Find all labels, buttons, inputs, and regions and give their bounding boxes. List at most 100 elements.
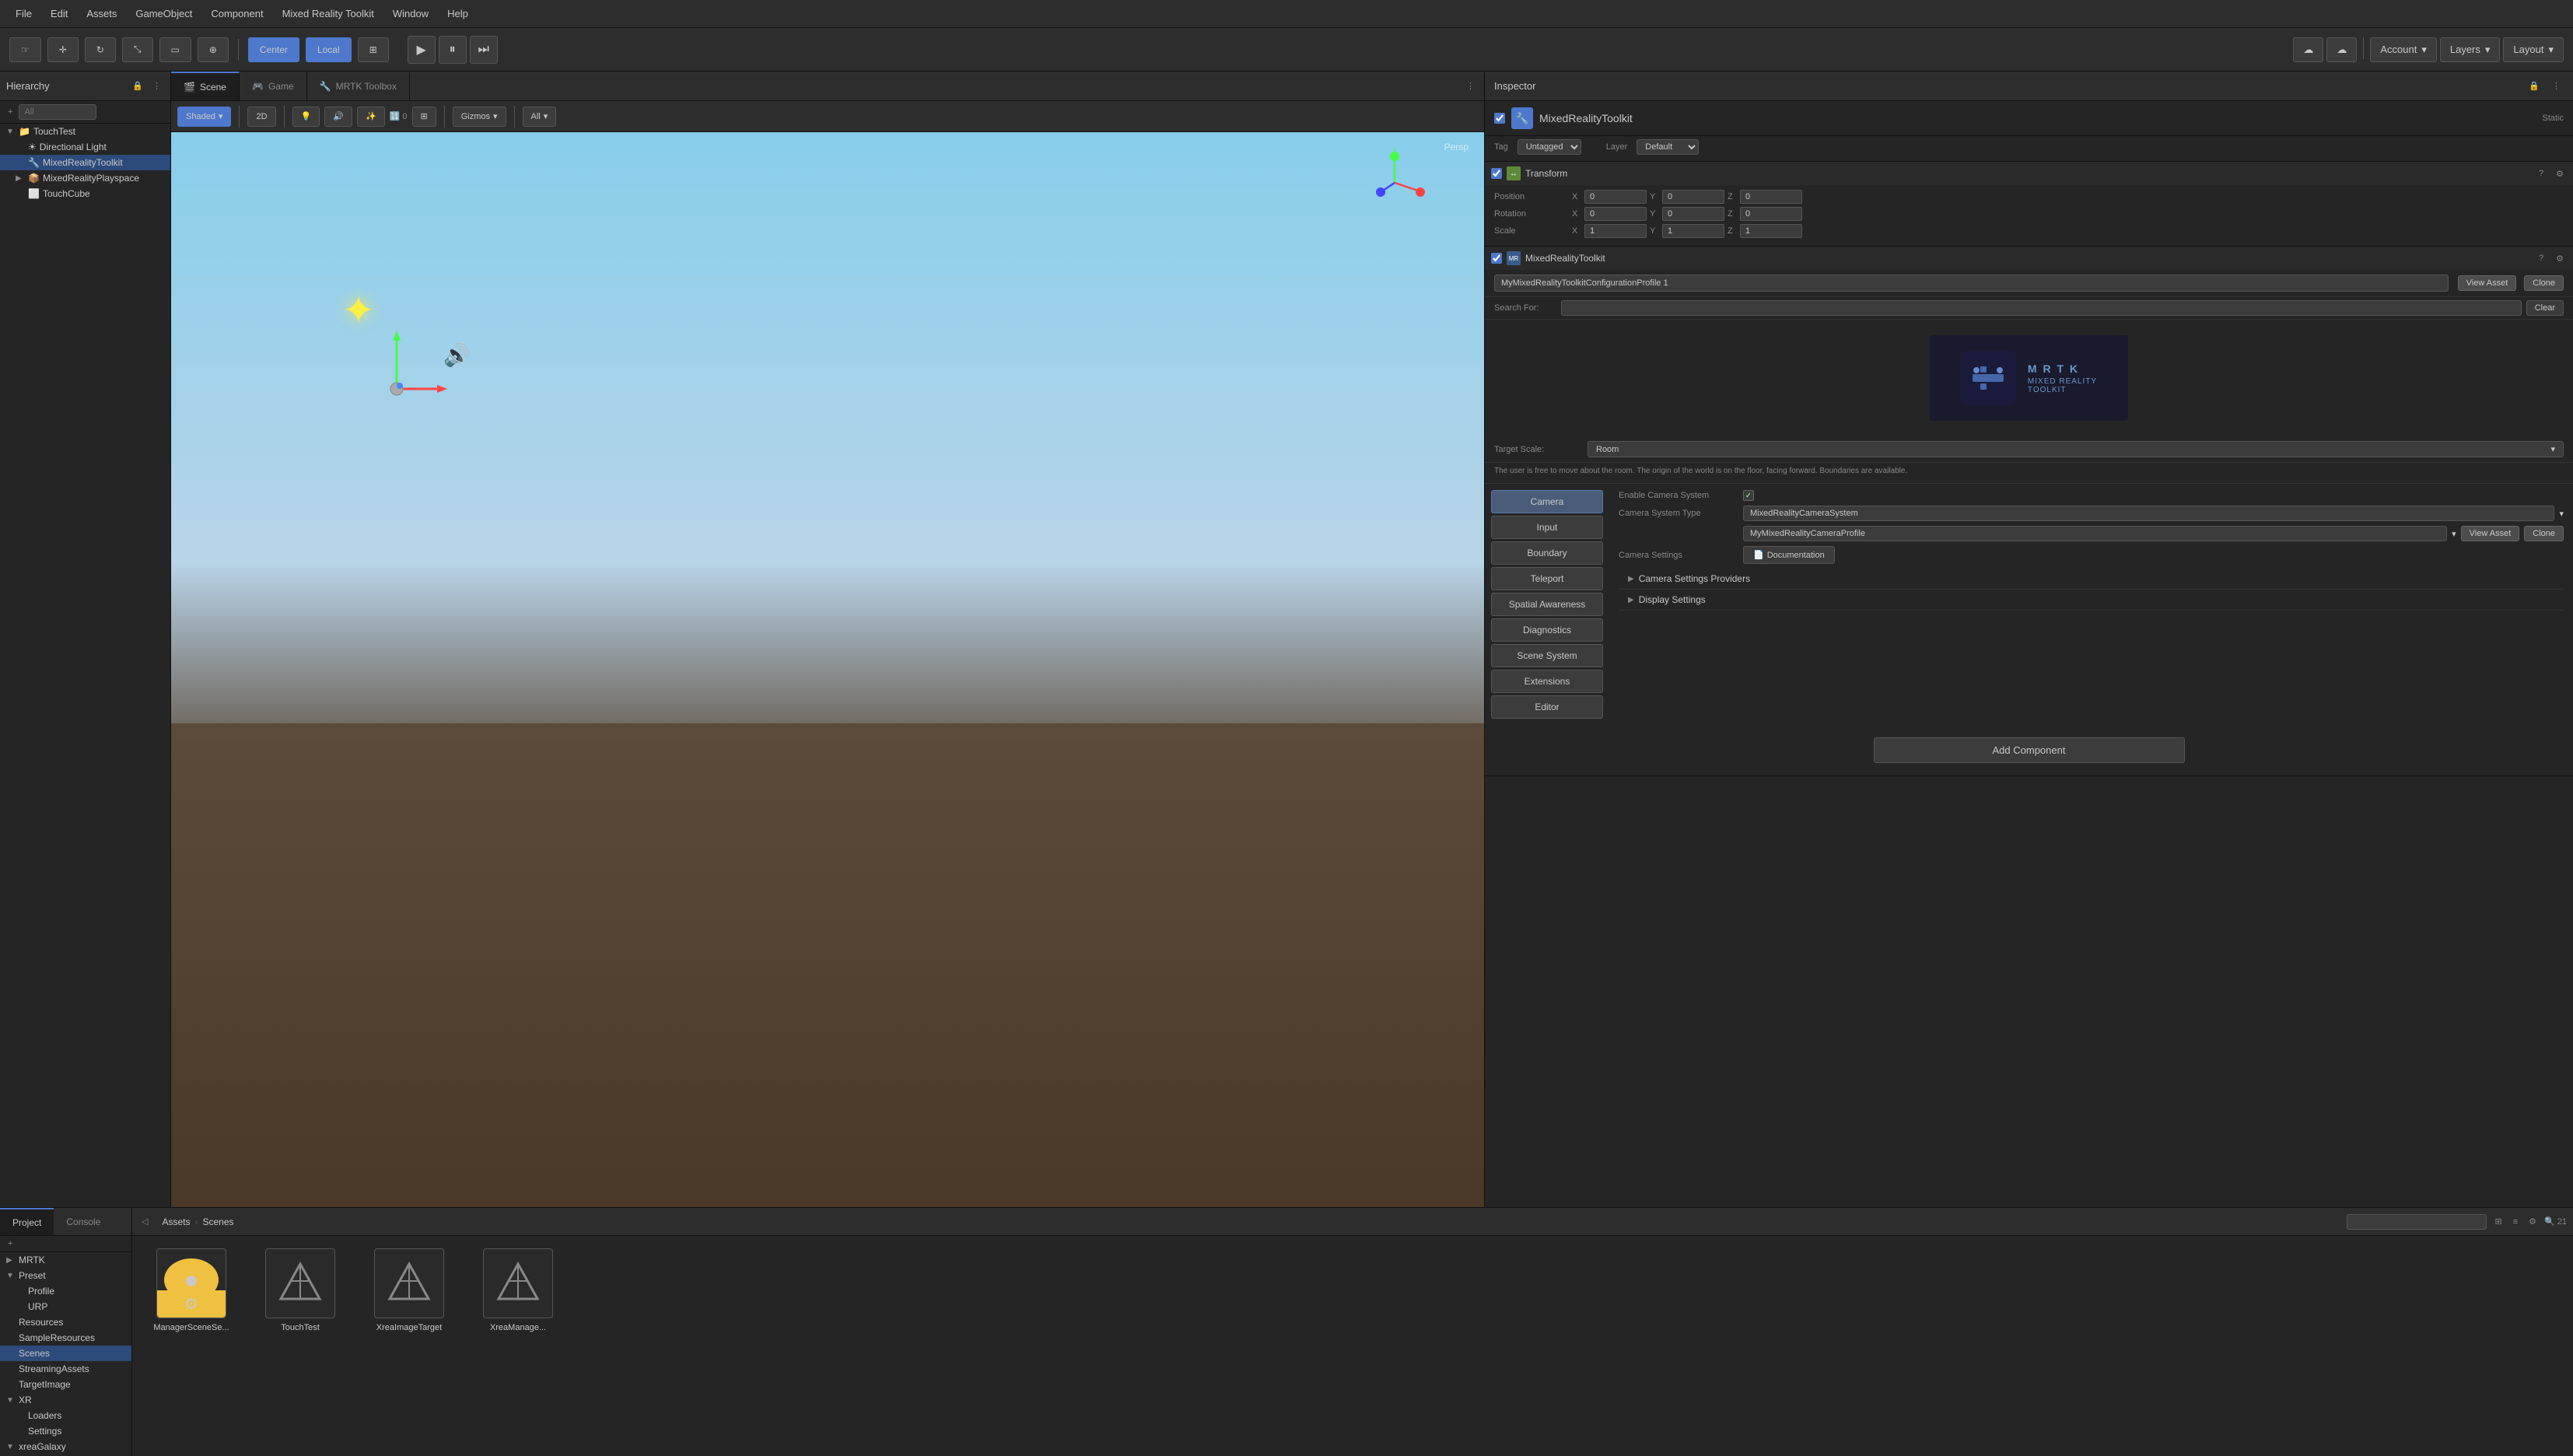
breadcrumb-assets[interactable]: Assets [162,1216,190,1227]
mrtk-input-btn[interactable]: Input [1491,516,1603,539]
mrtk-camera-btn[interactable]: Camera [1491,490,1603,513]
mrtk-editor-btn[interactable]: Editor [1491,695,1603,719]
effects-btn[interactable]: ✨ [357,107,385,127]
tab-project[interactable]: Project [0,1208,54,1235]
transform-settings-btn[interactable]: ⚙ [2553,167,2567,180]
menu-help[interactable]: Help [438,5,478,23]
mrtk-info-btn[interactable]: ? [2536,252,2547,265]
audio-btn[interactable]: 🔊 [324,107,352,127]
scale-z-input[interactable] [1740,224,1802,238]
tree-mrtk[interactable]: 🔧 MixedRealityToolkit [0,155,170,170]
layer-dropdown[interactable]: Default [1637,139,1699,155]
rot-y-input[interactable] [1662,207,1724,221]
transform-header[interactable]: ↔ Transform ? ⚙ [1485,162,2573,185]
all-layers-btn[interactable]: All ▾ [523,107,557,127]
target-scale-dropdown[interactable]: Room ▾ [1588,441,2564,457]
move-tool-btn[interactable]: ✛ [47,37,79,62]
display-settings-header[interactable]: ▶ Display Settings [1628,594,2554,605]
add-component-btn[interactable]: Add Component [1874,737,2185,763]
scene-view[interactable]: ✦ Y Persp [171,132,1484,1207]
layout-btn[interactable]: Layout ▾ [2503,37,2564,62]
layers-btn[interactable]: Layers ▾ [2440,37,2501,62]
gizmos-btn[interactable]: Gizmos ▾ [453,107,506,127]
grid-btn[interactable]: ⊞ [412,107,436,127]
tab-game[interactable]: 🎮 Game [240,72,307,100]
menu-edit[interactable]: Edit [41,5,77,23]
proj-tree-xr[interactable]: ▼ XR [0,1392,131,1408]
tree-touchcube[interactable]: ⬜ TouchCube [0,186,170,201]
tab-scene[interactable]: 🎬 Scene [171,72,240,100]
camera-providers-header[interactable]: ▶ Camera Settings Providers [1628,573,2554,584]
proj-tree-sampleres[interactable]: SampleResources [0,1330,131,1346]
transform-toggle[interactable] [1491,168,1502,179]
scale-y-input[interactable] [1662,224,1724,238]
tree-touchtest[interactable]: ▼ 📁 TouchTest [0,124,170,139]
mrtk-scenesystem-btn[interactable]: Scene System [1491,644,1603,667]
rot-z-input[interactable] [1740,207,1802,221]
mrtk-search-input[interactable] [1561,300,2522,316]
tab-console[interactable]: Console [54,1208,113,1235]
asset-xrea-manage[interactable]: XreaManage... [471,1248,565,1332]
2d-btn[interactable]: 2D [247,107,275,127]
mrtk-toggle[interactable] [1491,253,1502,264]
assets-search-input[interactable] [2347,1214,2487,1230]
tab-mrtk-toolbox[interactable]: 🔧 MRTK Toolbox [307,72,410,100]
step-btn[interactable]: ⏭ [470,36,498,64]
tree-mrplayspace[interactable]: ▶ 📦 MixedRealityPlayspace [0,170,170,186]
collab-btn[interactable]: ☁ [2293,37,2323,62]
scale-x-input[interactable] [1584,224,1647,238]
pos-z-input[interactable] [1740,190,1802,204]
tree-directional-light[interactable]: ☀ Directional Light [0,139,170,155]
asset-touchtest[interactable]: TouchTest [254,1248,347,1332]
hierarchy-search-input[interactable] [19,104,96,120]
rect-tool-btn[interactable]: ▭ [159,37,191,62]
proj-tree-streaming[interactable]: StreamingAssets [0,1361,131,1377]
asset-xrea-image-target[interactable]: XreaImageTarget [362,1248,456,1332]
camera-system-type-input[interactable] [1743,506,2554,521]
rot-x-input[interactable] [1584,207,1647,221]
assets-list-btn[interactable]: ≡ [2510,1216,2521,1228]
scene-more-btn[interactable]: ⋮ [1463,79,1478,93]
asset-manager-scene[interactable]: ⚙ ● ManagerSceneSe... [145,1248,238,1332]
hierarchy-more-btn[interactable]: ⋮ [149,79,164,93]
proj-tree-resources[interactable]: Resources [0,1314,131,1330]
mrtk-diagnostics-btn[interactable]: Diagnostics [1491,618,1603,642]
assets-settings-btn[interactable]: ⚙ [2526,1215,2540,1228]
transform-info-btn[interactable]: ? [2536,167,2547,180]
inspector-more-btn[interactable]: ⋮ [2549,79,2564,93]
center-btn[interactable]: Center [248,37,299,62]
menu-mrtk[interactable]: Mixed Reality Toolkit [273,5,383,23]
mrtk-component-header[interactable]: MR MixedRealityToolkit ? ⚙ [1485,247,2573,270]
mrtk-boundary-btn[interactable]: Boundary [1491,541,1603,565]
menu-window[interactable]: Window [383,5,438,23]
scale-tool-btn[interactable]: ⤡ [122,37,153,62]
menu-assets[interactable]: Assets [77,5,126,23]
mrtk-profile-input[interactable]: MyMixedRealityToolkitConfigurationProfil… [1494,275,2449,292]
proj-tree-mrtk[interactable]: ▶ MRTK [0,1252,131,1268]
obj-active-toggle[interactable] [1494,113,1505,124]
clone-btn[interactable]: Clone [2524,275,2564,291]
pos-x-input[interactable] [1584,190,1647,204]
hierarchy-lock-btn[interactable]: 🔒 [129,79,146,93]
mrtk-clear-btn[interactable]: Clear [2526,300,2564,316]
mrtk-teleport-btn[interactable]: Teleport [1491,567,1603,590]
menu-gameobject[interactable]: GameObject [126,5,201,23]
proj-tree-settings[interactable]: Settings [0,1423,131,1439]
mrtk-extensions-btn[interactable]: Extensions [1491,670,1603,693]
view-asset-btn[interactable]: View Asset [2458,275,2517,291]
proj-tree-scenes[interactable]: Scenes [0,1346,131,1361]
pause-btn[interactable]: ⏸ [439,36,467,64]
cam-clone-btn[interactable]: Clone [2524,526,2564,541]
local-btn[interactable]: Local [306,37,352,62]
assets-back-btn[interactable]: ◁ [138,1215,151,1228]
camera-profile-input[interactable] [1743,526,2447,541]
proj-tree-loaders[interactable]: Loaders [0,1408,131,1423]
documentation-btn[interactable]: 📄 Documentation [1743,546,1835,564]
proj-tree-urp[interactable]: URP [0,1299,131,1314]
enable-camera-check[interactable]: ✓ [1743,490,1754,501]
hand-tool-btn[interactable]: ☞ [9,37,41,62]
assets-view-btn[interactable]: ⊞ [2491,1215,2505,1228]
proj-tree-profile[interactable]: Profile [0,1283,131,1299]
shading-dropdown[interactable]: Shaded ▾ [177,107,231,127]
play-btn[interactable]: ▶ [408,36,436,64]
